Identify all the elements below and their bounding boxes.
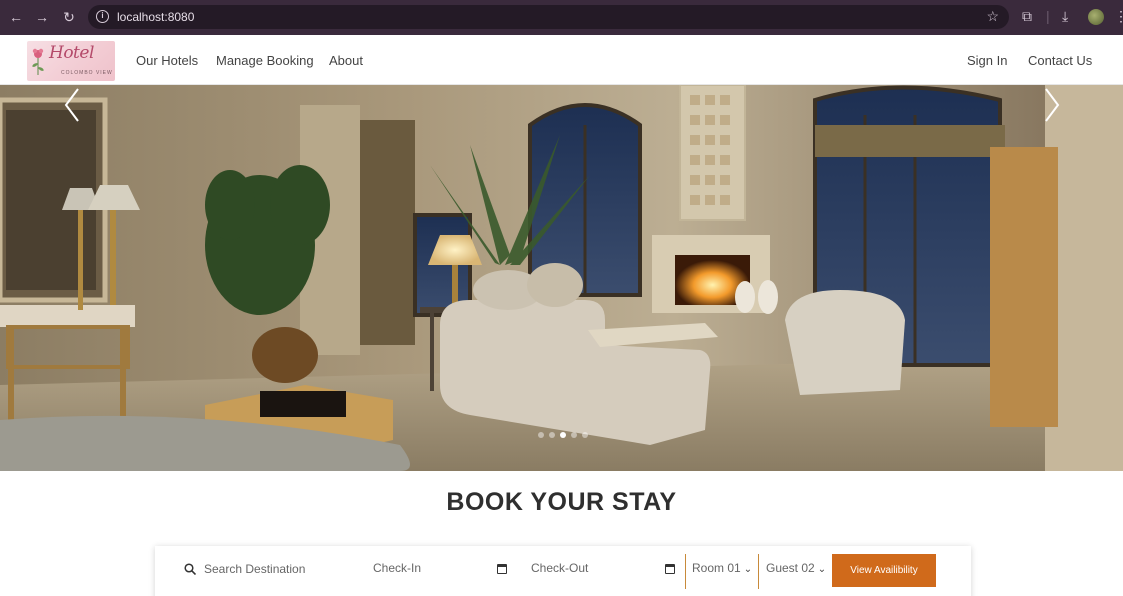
guest-select[interactable]: Guest 02 ⌄ [766,561,826,575]
back-arrow-icon[interactable]: ← [8,9,24,25]
check-in-input[interactable]: Check-In [373,561,421,575]
room-select-value: Room 01 [692,561,741,575]
carousel-prev-arrow-icon[interactable] [62,85,82,125]
logo-script-text: Hotel [49,43,94,63]
forward-arrow-icon[interactable]: → [34,9,50,25]
living-room-photo [0,85,1123,471]
logo-subtitle: COLOMBO VIEW [61,70,113,76]
browser-toolbar: ← → ↻ i localhost:8080 ☆ ⧉ | ⤓ ⋮ [0,0,1123,35]
nav-manage-booking[interactable]: Manage Booking [216,53,314,68]
carousel-next-arrow-icon[interactable] [1042,85,1062,125]
search-icon [184,563,196,575]
carousel-dot[interactable] [538,432,544,438]
nav-sign-in[interactable]: Sign In [967,53,1007,68]
carousel-indicators [538,432,588,438]
flower-logo-icon [32,48,44,75]
toolbar-divider: | [1046,8,1050,24]
check-in-calendar-icon[interactable] [497,564,507,574]
site-header: Hotel COLOMBO VIEW Our Hotels Manage Boo… [0,35,1123,85]
field-divider [758,554,759,589]
check-out-calendar-icon[interactable] [665,564,675,574]
bookmark-star-icon[interactable]: ☆ [986,8,999,25]
reload-icon[interactable]: ↻ [61,9,77,25]
book-your-stay-heading: BOOK YOUR STAY [446,488,677,516]
menu-icon[interactable]: ⋮ [1114,8,1123,25]
nav-contact-us[interactable]: Contact Us [1028,53,1092,68]
site-info-icon[interactable]: i [96,10,109,23]
download-icon[interactable]: ⤓ [1062,8,1068,25]
address-bar[interactable]: i localhost:8080 ☆ [88,5,1009,29]
carousel-dot[interactable] [571,432,577,438]
search-destination-input[interactable]: Search Destination [204,562,305,576]
chevron-down-icon: ⌄ [817,564,827,575]
carousel-dot[interactable] [549,432,555,438]
hotel-logo[interactable]: Hotel COLOMBO VIEW [27,41,115,81]
extensions-icon[interactable]: ⧉ [1022,8,1032,25]
hero-carousel [0,85,1123,471]
carousel-dot[interactable] [582,432,588,438]
guest-select-value: Guest 02 [766,561,815,575]
chevron-down-icon: ⌄ [743,564,753,575]
booking-form: Search Destination Check-In Check-Out Ro… [155,546,971,596]
view-availability-button[interactable]: View Availibility [832,554,936,587]
nav-our-hotels[interactable]: Our Hotels [136,53,198,68]
nav-about[interactable]: About [329,53,363,68]
url-text[interactable]: localhost:8080 [117,10,194,24]
field-divider [685,554,686,589]
room-select[interactable]: Room 01 ⌄ [692,561,752,575]
carousel-dot[interactable] [560,432,566,438]
profile-avatar[interactable] [1088,9,1104,25]
check-out-input[interactable]: Check-Out [531,561,588,575]
